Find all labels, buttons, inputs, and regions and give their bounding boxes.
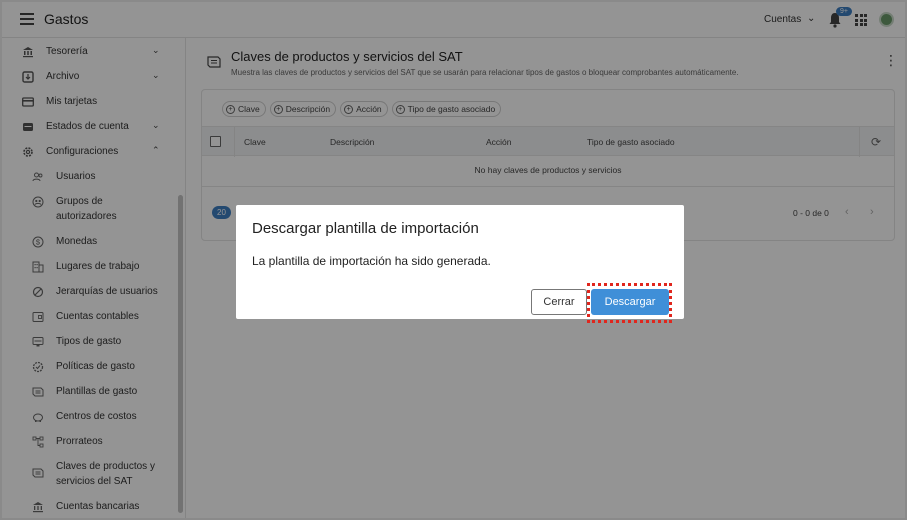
dialog-title: Descargar plantilla de importación xyxy=(252,220,479,237)
dialog-message: La plantilla de importación ha sido gene… xyxy=(252,254,491,268)
download-template-dialog: Descargar plantilla de importación La pl… xyxy=(236,205,684,319)
app-window: Gastos Cuentas ⌄ 9+ Tesorería ⌄ Archivo … xyxy=(0,0,907,520)
close-button[interactable]: Cerrar xyxy=(531,289,587,315)
download-button[interactable]: Descargar xyxy=(591,289,669,315)
